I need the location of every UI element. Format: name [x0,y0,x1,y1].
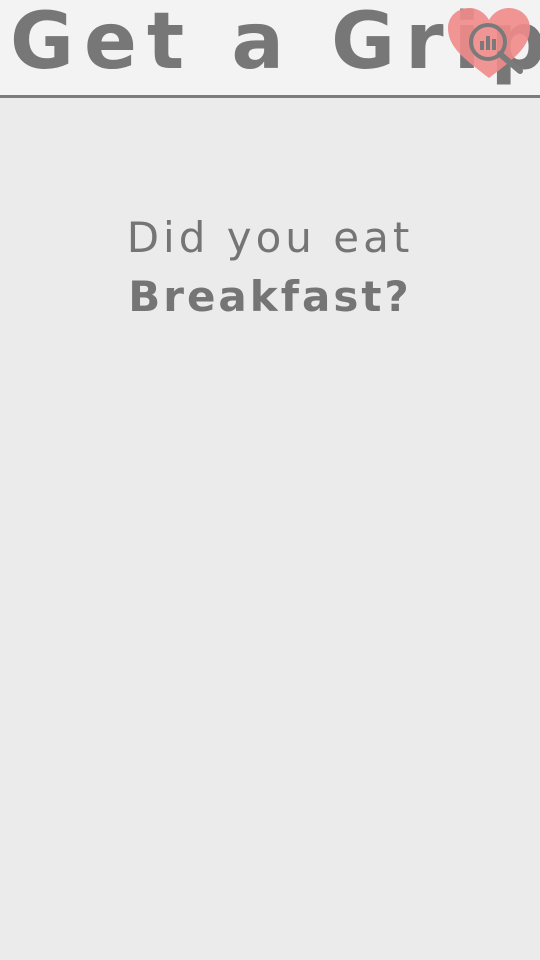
question-prompt: Did you eat Breakfast? [0,210,540,328]
question-subject: Breakfast? [128,272,412,321]
heart-magnifier-chart-icon [448,8,530,78]
question-text: Did you eat [126,213,414,262]
app-header: Get a Grip [0,0,540,98]
